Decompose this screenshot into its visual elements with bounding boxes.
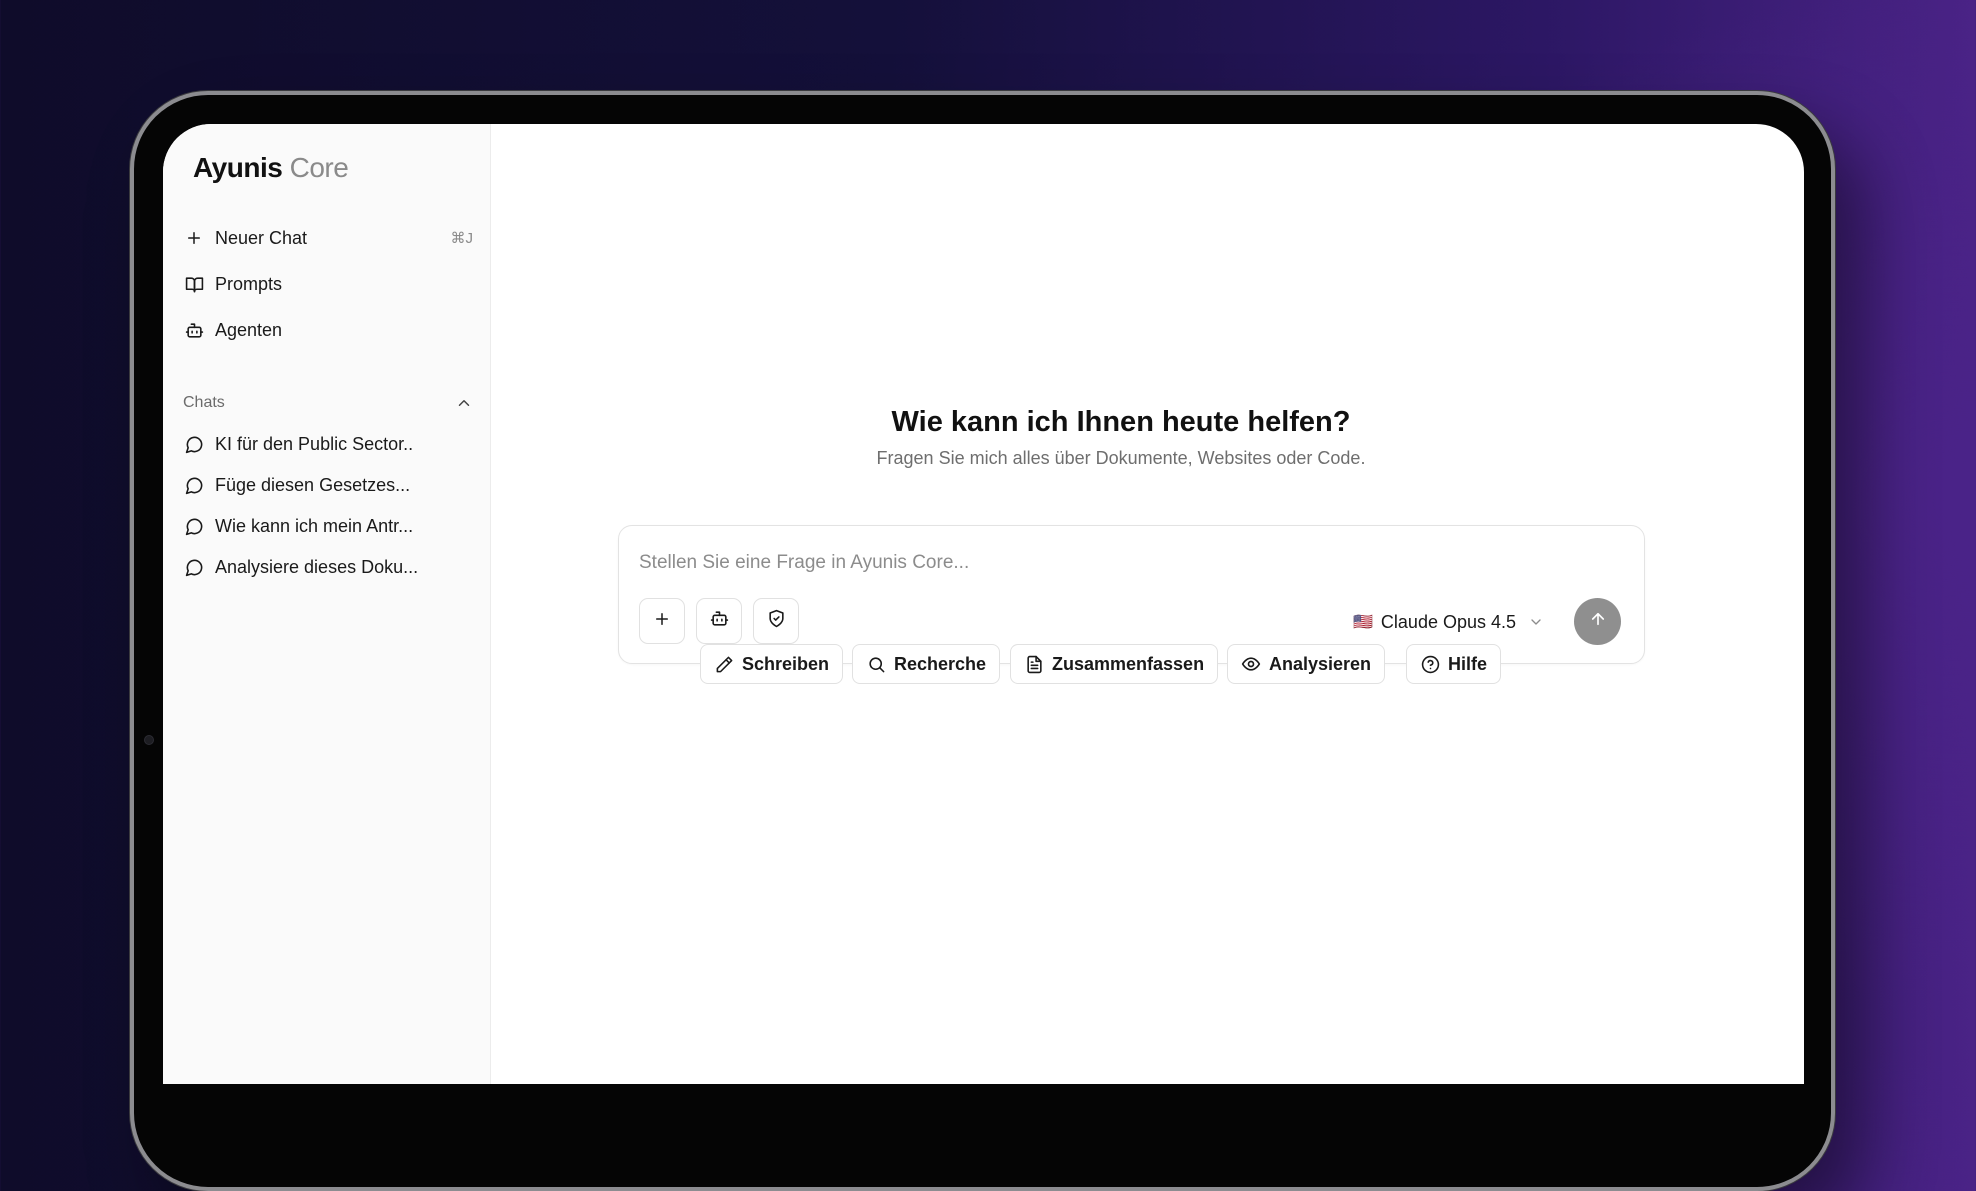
chat-input[interactable] [639,548,1619,578]
plus-icon [183,227,205,249]
agents-label: Agenten [215,319,283,340]
file-text-icon [1024,654,1044,674]
search-icon [866,654,886,674]
page-subtitle: Fragen Sie mich alles über Dokumente, We… [876,448,1366,468]
send-button[interactable] [1574,598,1621,645]
message-circle-icon [183,474,205,496]
add-attachment-button[interactable] [639,598,685,644]
suggestion-analyze-button[interactable]: Analysieren [1227,644,1386,684]
bot-icon [710,609,729,633]
chevron-down-icon [1528,614,1544,630]
eye-icon [1241,654,1261,674]
chat-title: Füge diesen Gesetzes... [215,474,411,495]
chevron-up-icon[interactable] [455,394,473,412]
chat-title: KI für den Public Sector.. [215,433,414,454]
plus-icon [653,610,671,633]
bot-icon [183,319,205,341]
suggestion-label: Schreiben [742,653,830,674]
suggestion-summarize-button[interactable]: Zusammenfassen [1010,644,1219,684]
message-circle-icon [183,515,205,537]
us-flag-icon: 🇺🇸 [1353,614,1373,631]
app-window: Ayunis Core Neuer Chat ⌘J Prompts Agente… [163,124,1804,1084]
main-panel: Wie kann ich Ihnen heute helfen? Fragen … [491,124,1804,1084]
chat-title: Wie kann ich mein Antr... [215,515,414,536]
shield-check-icon [767,609,786,633]
prompts-label: Prompts [215,273,283,294]
arrow-up-icon [1589,610,1607,633]
privacy-shield-button[interactable] [753,598,799,644]
new-chat-shortcut: ⌘J [450,230,474,247]
new-chat-label: Neuer Chat [215,227,308,248]
chats-section-title: Chats [183,394,225,411]
chat-title: Analysiere dieses Doku... [215,556,419,577]
model-select[interactable]: 🇺🇸 Claude Opus 4.5 [1353,608,1544,636]
chat-history-item[interactable]: Wie kann ich mein Antr... [183,509,473,543]
page-title: Wie kann ich Ihnen heute helfen? [891,406,1351,438]
sidebar-item-agents[interactable]: Agenten [183,312,473,348]
sidebar: Ayunis Core Neuer Chat ⌘J Prompts Agente… [163,124,491,1084]
camera-dot [144,735,154,745]
message-circle-icon [183,556,205,578]
chat-history-item[interactable]: KI für den Public Sector.. [183,427,473,461]
model-name: Claude Opus 4.5 [1380,611,1517,632]
pencil-icon [714,654,734,674]
suggestion-research-button[interactable]: Recherche [852,644,1001,684]
brand-logo[interactable]: Ayunis Core [193,152,349,184]
suggestion-label: Zusammenfassen [1052,653,1205,674]
suggestion-help-button[interactable]: Hilfe [1406,644,1502,684]
sidebar-item-prompts[interactable]: Prompts [183,266,473,302]
agent-select-button[interactable] [696,598,742,644]
chat-history-item[interactable]: Füge diesen Gesetzes... [183,468,473,502]
suggestion-label: Analysieren [1269,653,1372,674]
brand-name-part2: Core [289,152,349,183]
message-circle-icon [183,433,205,455]
brand-name-part1: Ayunis [193,152,283,183]
chats-section-header[interactable]: Chats [183,390,473,416]
suggestion-write-button[interactable]: Schreiben [700,644,844,684]
suggestion-label: Hilfe [1448,653,1488,674]
book-icon [183,273,205,295]
suggestion-label: Recherche [894,653,987,674]
help-circle-icon [1420,654,1440,674]
new-chat-button[interactable]: Neuer Chat ⌘J [183,220,473,256]
chat-history-item[interactable]: Analysiere dieses Doku... [183,550,473,584]
